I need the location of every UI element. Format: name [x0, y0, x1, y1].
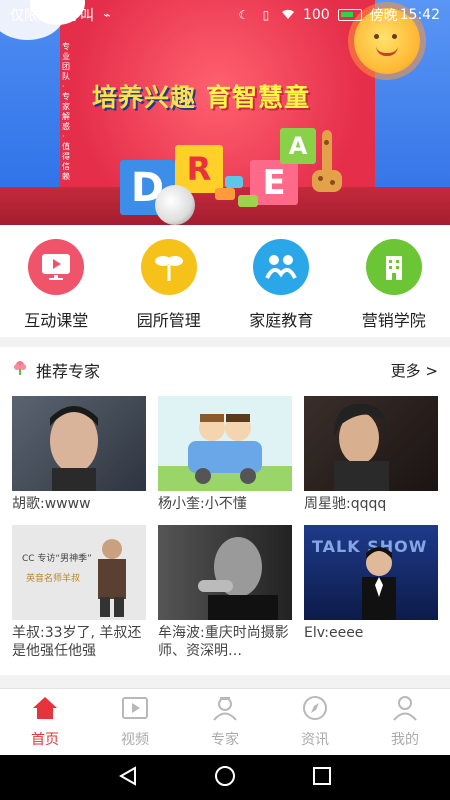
- expert-photo: [158, 525, 292, 620]
- home-icon: [31, 695, 59, 725]
- category-school-management[interactable]: 园所管理: [113, 225, 226, 337]
- moon-icon: ☾: [238, 8, 250, 22]
- expert-card[interactable]: TALK SHOW Elv:eeee: [304, 525, 438, 642]
- building-icon: [365, 239, 422, 295]
- nav-expert[interactable]: 专家: [180, 689, 270, 755]
- toy-block: [225, 176, 243, 188]
- nav-label: 我的: [391, 732, 419, 748]
- vibrate-icon: ▯: [262, 8, 270, 22]
- nav-label: 专家: [211, 732, 239, 748]
- banner-slogan-1: 培养兴趣: [92, 83, 197, 112]
- expert-caption: 周星驰:qqqq: [304, 496, 387, 512]
- promo-banner[interactable]: 专业团队 · 专家解惑 · 值得信赖 培养兴趣 育智慧童 D R E A: [0, 0, 450, 225]
- status-bar: 仅限紧急呼叫 ⌁ ☾ ▯ 100 傍晚 15:42: [0, 0, 450, 30]
- category-marketing-academy[interactable]: 营销学院: [338, 225, 450, 337]
- profile-icon: [391, 695, 419, 725]
- giraffe-toy: [312, 130, 342, 200]
- expert-card[interactable]: CC 专访“男神季” 英音名师羊叔 羊叔:33岁了, 羊叔还是他强任他强: [12, 525, 146, 660]
- flower-icon: [12, 360, 28, 380]
- soccer-ball: [155, 185, 195, 225]
- video-icon: [121, 695, 149, 725]
- category-label: 园所管理: [136, 311, 201, 330]
- nav-home[interactable]: 首页: [0, 689, 90, 755]
- section-title: 推荐专家: [36, 362, 101, 381]
- expert-photo: [304, 396, 438, 491]
- category-label: 互动课堂: [24, 311, 89, 330]
- carrier-text: 仅限紧急呼叫: [10, 8, 94, 24]
- category-label: 家庭教育: [249, 311, 314, 330]
- nav-label: 资讯: [301, 732, 329, 748]
- system-nav-bar: [0, 755, 450, 800]
- banner-slogan-2: 育智慧童: [206, 83, 311, 112]
- usb-icon: ⌁: [103, 8, 111, 22]
- category-row: 互动课堂 园所管理 家庭教育 营销学院: [0, 225, 450, 337]
- expert-caption: 羊叔:33岁了, 羊叔还是他强任他强: [12, 625, 142, 659]
- compass-icon: [301, 695, 329, 725]
- nav-profile[interactable]: 我的: [360, 689, 450, 755]
- expert-photo: [158, 396, 292, 491]
- category-interactive-class[interactable]: 互动课堂: [0, 225, 113, 337]
- bottom-nav: 首页 视频 专家 资讯 我的: [0, 688, 450, 755]
- toy-block: A: [280, 128, 316, 164]
- category-family-education[interactable]: 家庭教育: [225, 225, 338, 337]
- clock: 15:42: [399, 7, 440, 23]
- family-icon: [253, 239, 310, 295]
- expert-caption: 杨小奎:小不懂: [158, 496, 247, 512]
- recommended-experts-section: 推荐专家 更多 > 胡歌:wwww 杨小奎:小不懂 周星驰:qqqq CC 专访…: [0, 347, 450, 675]
- expert-photo: CC 专访“男神季” 英音名师羊叔: [12, 525, 146, 620]
- battery-level: 100: [302, 7, 330, 23]
- screen-play-icon: [28, 239, 85, 295]
- home-circle-icon[interactable]: [214, 765, 236, 791]
- section-header: 推荐专家 更多 >: [0, 347, 450, 393]
- nav-label: 视频: [121, 732, 149, 748]
- more-link[interactable]: 更多 >: [391, 360, 438, 381]
- expert-icon: [211, 695, 239, 725]
- nav-video[interactable]: 视频: [90, 689, 180, 755]
- banner-vertical-text: 专业团队 · 专家解惑 · 值得信赖: [62, 42, 70, 181]
- time-prefix: 傍晚: [369, 8, 398, 24]
- expert-card[interactable]: 胡歌:wwww: [12, 396, 146, 513]
- nav-news[interactable]: 资讯: [270, 689, 360, 755]
- back-icon[interactable]: [117, 765, 139, 791]
- expert-photo: TALK SHOW: [304, 525, 438, 620]
- expert-caption: 胡歌:wwww: [12, 496, 91, 512]
- toy-block: [215, 188, 235, 200]
- wifi-icon: [281, 8, 295, 22]
- expert-photo: [12, 396, 146, 491]
- expert-card[interactable]: 杨小奎:小不懂: [158, 396, 292, 513]
- recents-icon[interactable]: [311, 765, 333, 791]
- banner-slogan: 培养兴趣 育智慧童: [92, 78, 310, 114]
- expert-card[interactable]: 牟海波:重庆时尚摄影师、资深明…: [158, 525, 292, 660]
- nav-label: 首页: [31, 732, 59, 748]
- expert-caption: Elv:eeee: [304, 625, 364, 641]
- expert-caption: 牟海波:重庆时尚摄影师、资深明…: [158, 625, 289, 659]
- battery-icon: [337, 9, 362, 21]
- toy-block: [238, 195, 258, 207]
- sprout-icon: [140, 239, 197, 295]
- expert-card[interactable]: 周星驰:qqqq: [304, 396, 438, 513]
- app-screen: 专业团队 · 专家解惑 · 值得信赖 培养兴趣 育智慧童 D R E A 仅限紧急…: [0, 0, 450, 800]
- category-label: 营销学院: [361, 311, 426, 330]
